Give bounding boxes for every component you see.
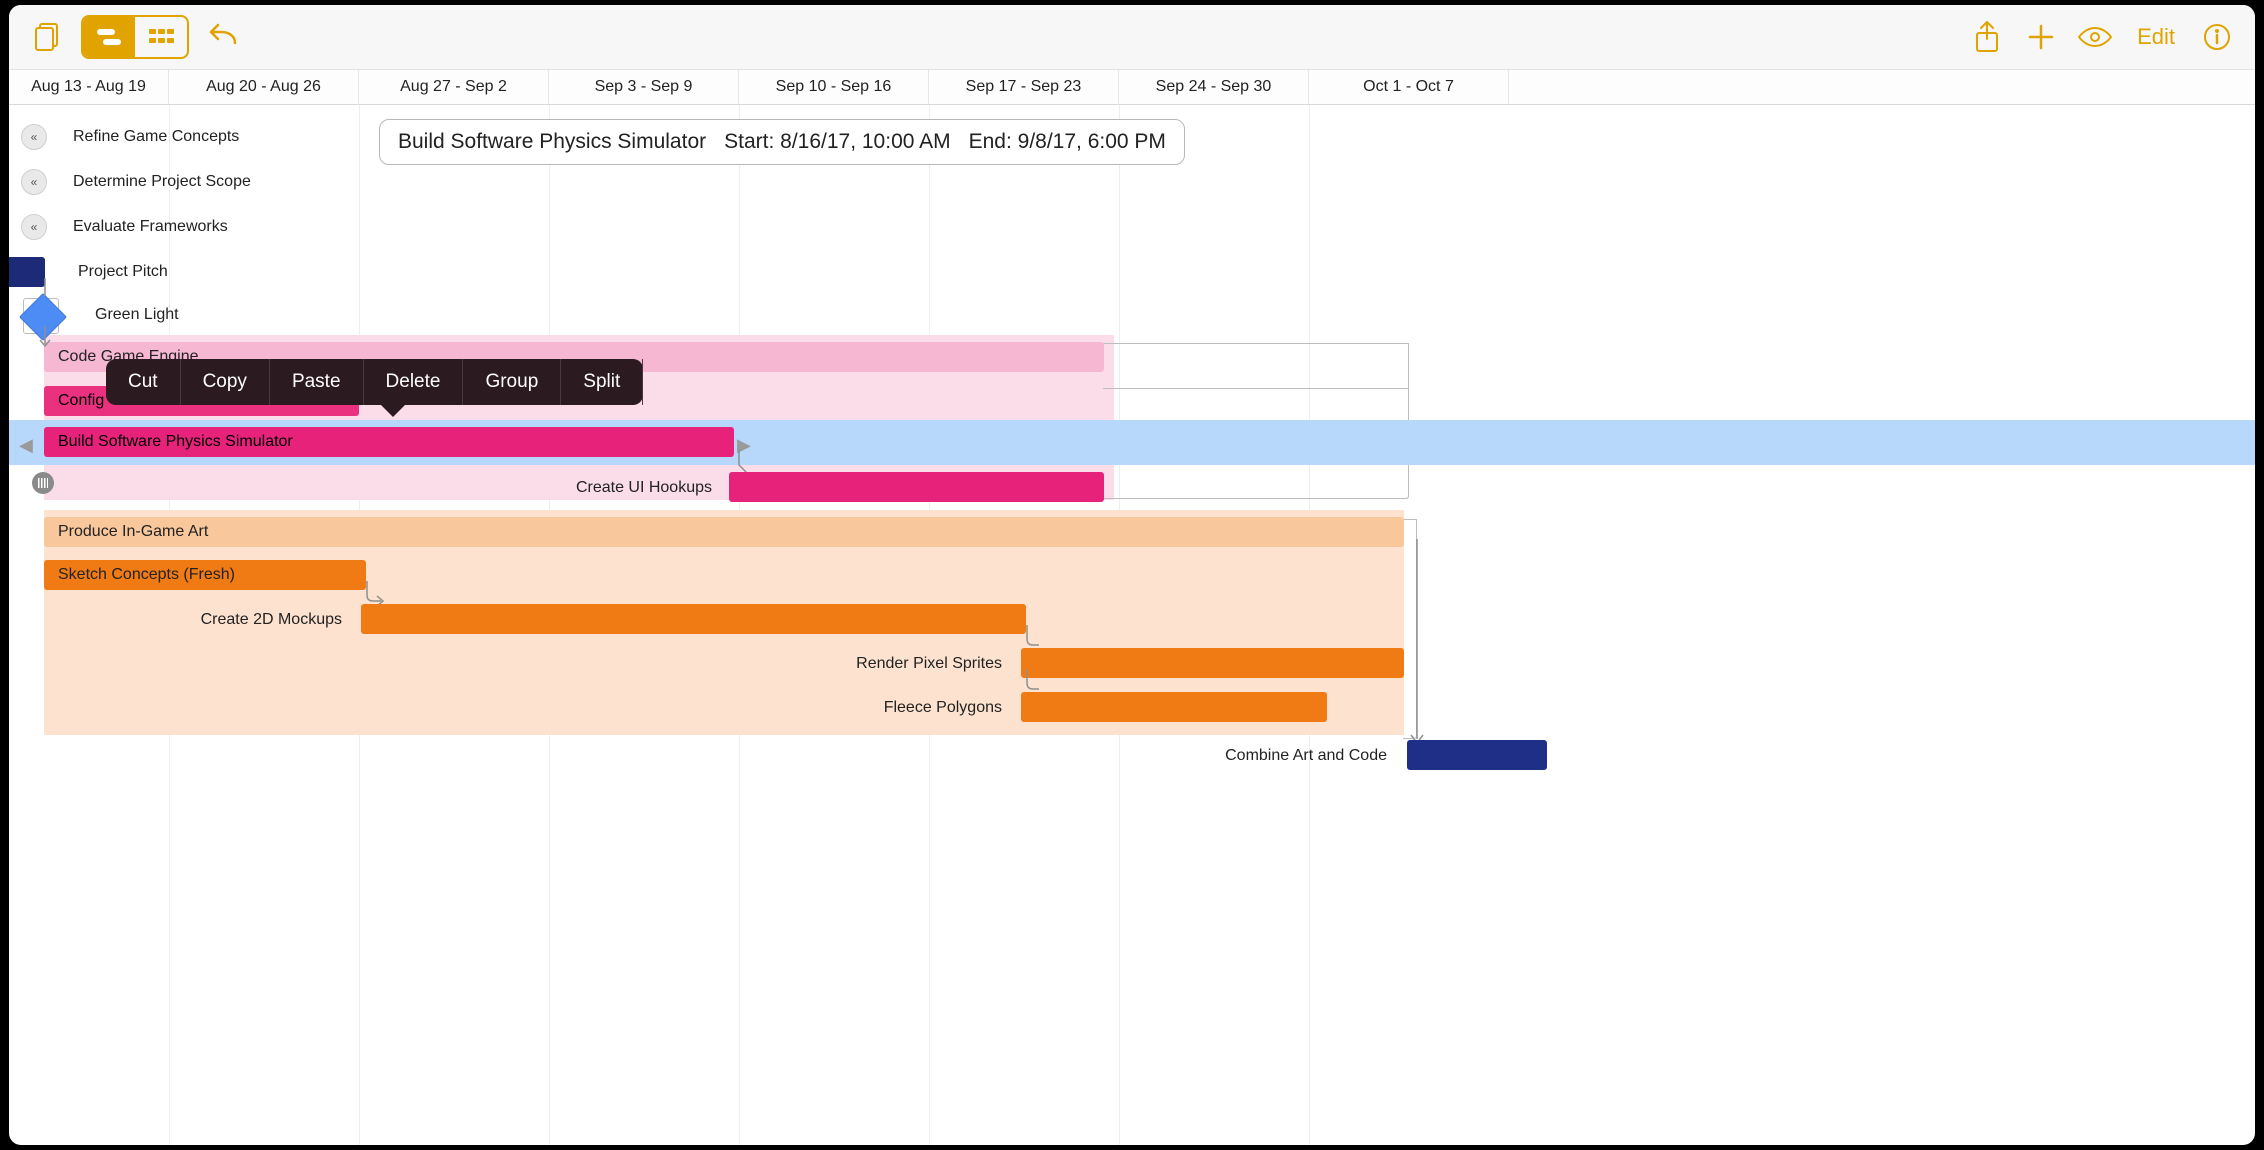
week-col: Aug 13 - Aug 19 (9, 70, 169, 104)
task-info-popover: Build Software Physics Simulator Start: … (379, 119, 1185, 165)
row-greenlight[interactable]: Green Light (9, 293, 2255, 338)
task-bar-sketch[interactable]: Sketch Concepts (Fresh) (44, 560, 366, 590)
drag-left-icon[interactable]: ◀ (19, 435, 33, 456)
collapse-chevron-icon[interactable]: « (21, 124, 47, 150)
dependency-arrow-icon (39, 278, 69, 348)
task-label: Render Pixel Sprites (749, 641, 1014, 686)
week-col: Sep 10 - Sep 16 (739, 70, 929, 104)
menu-copy[interactable]: Copy (181, 359, 270, 405)
task-bar-mockups[interactable] (361, 604, 1026, 634)
row-pitch[interactable]: Project Pitch (9, 250, 2255, 295)
eye-icon[interactable] (2075, 16, 2115, 58)
row-combine[interactable]: Combine Art and Code (9, 733, 2255, 778)
documents-icon[interactable] (27, 16, 67, 58)
undo-icon[interactable] (203, 16, 243, 58)
toolbar: Edit (9, 5, 2255, 70)
info-start: Start: 8/16/17, 10:00 AM (724, 130, 950, 154)
group-bar-art[interactable]: Produce In-Game Art (44, 517, 1404, 547)
view-mode-segment[interactable] (81, 15, 189, 59)
task-bar-simulator[interactable]: Build Software Physics Simulator (44, 427, 734, 457)
row-frameworks[interactable]: « Evaluate Frameworks (9, 205, 2255, 250)
week-col: Oct 1 - Oct 7 (1309, 70, 1509, 104)
info-icon[interactable] (2197, 16, 2237, 58)
row-polygons[interactable]: Fleece Polygons (9, 685, 2255, 730)
app-window: Edit Aug 13 - Aug 19 Aug 20 - Aug 26 Aug… (9, 5, 2255, 1145)
task-label: Config (58, 392, 104, 410)
task-label: Create 2D Mockups (129, 597, 354, 642)
task-label: Build Software Physics Simulator (58, 433, 293, 451)
task-label: Create UI Hookups (409, 465, 724, 510)
add-icon[interactable] (2021, 16, 2061, 58)
menu-paste[interactable]: Paste (270, 359, 364, 405)
info-end: End: 9/8/17, 6:00 PM (969, 130, 1166, 154)
task-label: Sketch Concepts (Fresh) (58, 566, 235, 584)
timeline-header: Aug 13 - Aug 19 Aug 20 - Aug 26 Aug 27 -… (9, 70, 2255, 105)
edit-button[interactable]: Edit (2129, 24, 2183, 50)
row-sketch[interactable]: Sketch Concepts (Fresh) (9, 553, 2255, 598)
week-col: Aug 20 - Aug 26 (169, 70, 359, 104)
task-label: Refine Game Concepts (59, 122, 239, 152)
week-col: Sep 3 - Sep 9 (549, 70, 739, 104)
collapse-chevron-icon[interactable]: « (21, 169, 47, 195)
row-hookups[interactable]: Create UI Hookups (9, 465, 2255, 510)
menu-group[interactable]: Group (463, 359, 561, 405)
task-bar-combine[interactable] (1407, 740, 1547, 770)
task-bar-hookups[interactable] (729, 472, 1104, 502)
view-grid-icon[interactable] (135, 17, 187, 57)
menu-split[interactable]: Split (561, 359, 643, 405)
task-label: Determine Project Scope (59, 167, 251, 197)
view-gantt-icon[interactable] (83, 17, 135, 57)
share-icon[interactable] (1967, 16, 2007, 58)
collapse-chevron-icon[interactable]: « (21, 214, 47, 240)
menu-delete[interactable]: Delete (364, 359, 464, 405)
group-label: Produce In-Game Art (58, 523, 208, 541)
row-scope[interactable]: « Determine Project Scope (9, 160, 2255, 205)
task-label: Fleece Polygons (749, 685, 1014, 730)
menu-tail-icon (381, 405, 405, 417)
task-label: Green Light (81, 300, 179, 330)
info-title: Build Software Physics Simulator (398, 130, 706, 154)
task-bar-polygons[interactable] (1021, 692, 1327, 722)
week-col: Sep 24 - Sep 30 (1119, 70, 1309, 104)
gantt-chart[interactable]: « Refine Game Concepts « Determine Proje… (9, 105, 2255, 1145)
row-sprites[interactable]: Render Pixel Sprites (9, 641, 2255, 686)
week-col: Aug 27 - Sep 2 (359, 70, 549, 104)
week-col: Sep 17 - Sep 23 (929, 70, 1119, 104)
row-simulator[interactable]: ◀ Build Software Physics Simulator ▶ (9, 420, 2255, 465)
task-bar-sprites[interactable] (1021, 648, 1404, 678)
row-mockups[interactable]: Create 2D Mockups (9, 597, 2255, 642)
context-menu: Cut Copy Paste Delete Group Split (106, 359, 643, 405)
task-label: Combine Art and Code (1109, 733, 1399, 778)
dependency-arrow-icon (1405, 539, 1429, 759)
menu-cut[interactable]: Cut (106, 359, 181, 405)
row-art-group[interactable]: Produce In-Game Art (9, 510, 2255, 555)
task-label: Evaluate Frameworks (59, 212, 228, 242)
task-label: Project Pitch (64, 257, 168, 287)
